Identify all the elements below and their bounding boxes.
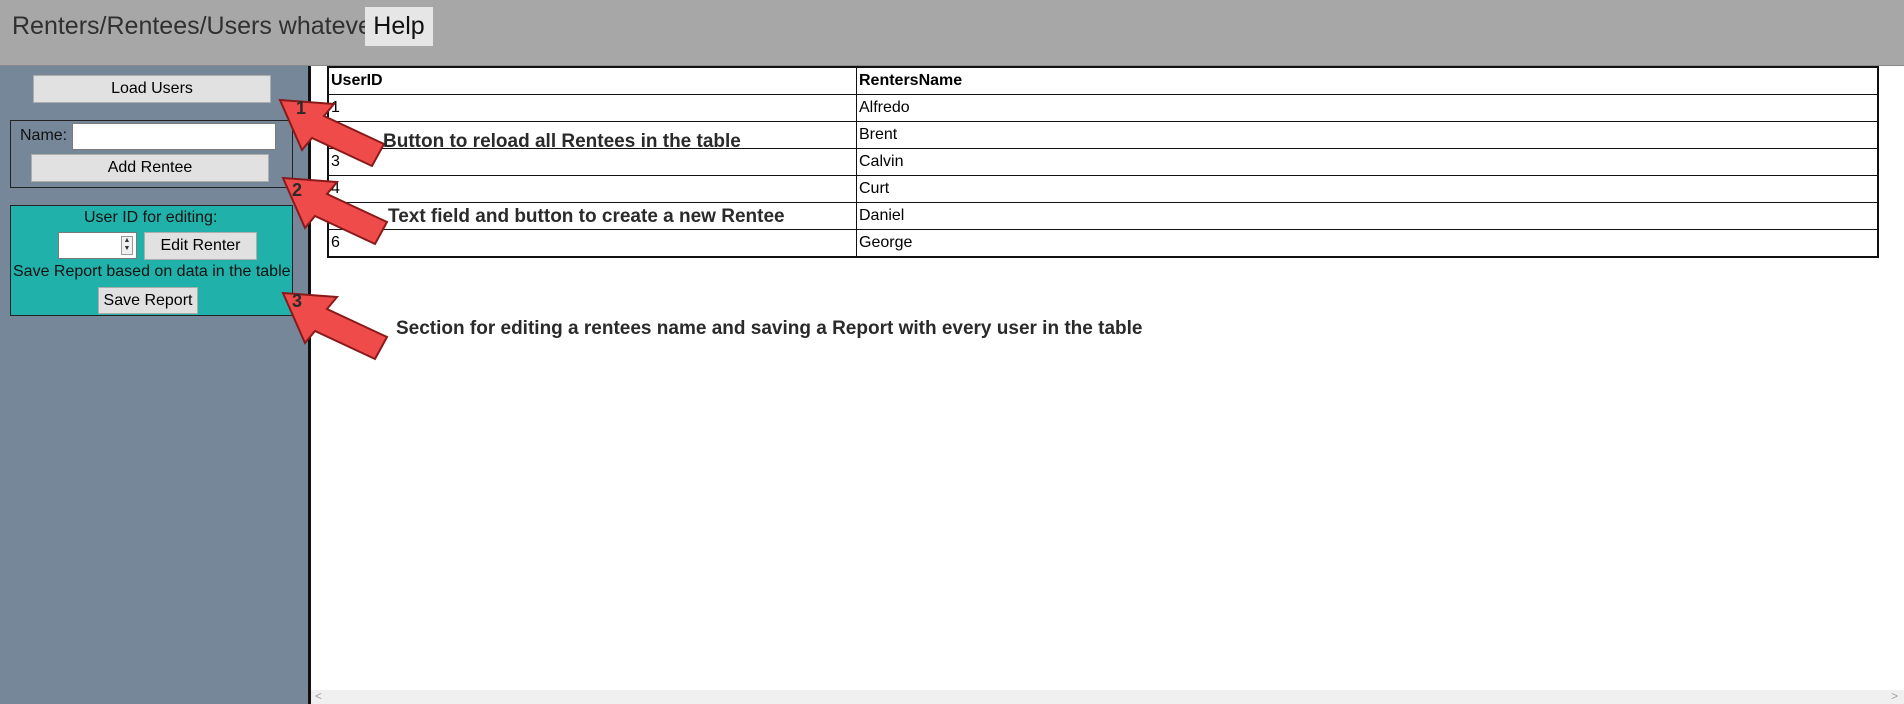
- edit-section: User ID for editing: ▲ ▼ Edit Renter Save…: [10, 205, 293, 316]
- table-header-row: UserID RentersName: [327, 66, 1879, 95]
- load-users-button[interactable]: Load Users: [33, 75, 271, 103]
- annotation-number-2: 2: [292, 180, 303, 200]
- save-report-caption: Save Report based on data in the table: [13, 263, 291, 280]
- cell-userid[interactable]: 1: [327, 94, 857, 122]
- add-rentee-button[interactable]: Add Rentee: [31, 154, 269, 182]
- sidebar: Load Users Name: Add Rentee User ID for …: [0, 66, 311, 704]
- annotation-text-3: Section for editing a rentees name and s…: [396, 318, 1143, 339]
- scroll-right-icon[interactable]: >: [1891, 689, 1898, 703]
- edit-renter-button[interactable]: Edit Renter: [144, 232, 257, 260]
- app-title: Renters/Rentees/Users whatever: [12, 12, 381, 40]
- annotation-arrow-1-icon: [278, 98, 386, 168]
- table-row[interactable]: 6 George: [327, 229, 1879, 258]
- cell-userid[interactable]: 4: [327, 175, 857, 203]
- annotation-text-1: Button to reload all Rentees in the tabl…: [383, 131, 741, 152]
- add-rentee-group: Name: Add Rentee: [10, 120, 293, 188]
- horizontal-scrollbar[interactable]: < >: [311, 689, 1904, 704]
- save-report-button[interactable]: Save Report: [98, 287, 198, 314]
- name-label: Name:: [20, 127, 68, 144]
- annotation-number-3: 3: [292, 291, 303, 311]
- scroll-left-icon[interactable]: <: [315, 689, 322, 703]
- cell-rentersname[interactable]: Calvin: [856, 148, 1879, 176]
- cell-rentersname[interactable]: Daniel: [856, 202, 1879, 230]
- stepper-arrows-icon[interactable]: ▲ ▼: [121, 236, 133, 255]
- column-header-userid[interactable]: UserID: [327, 66, 857, 95]
- main-content: UserID RentersName 1 Alfredo 2 Brent 3 C…: [311, 66, 1904, 704]
- users-table: UserID RentersName 1 Alfredo 2 Brent 3 C…: [327, 66, 1879, 258]
- help-button[interactable]: Help: [365, 7, 433, 46]
- cell-rentersname[interactable]: Brent: [856, 121, 1879, 149]
- cell-userid[interactable]: 6: [327, 229, 857, 258]
- table-row[interactable]: 4 Curt: [327, 175, 1879, 203]
- user-id-stepper[interactable]: ▲ ▼: [58, 232, 137, 259]
- user-id-label: User ID for editing:: [84, 209, 218, 226]
- table-row[interactable]: 1 Alfredo: [327, 94, 1879, 122]
- cell-rentersname[interactable]: Curt: [856, 175, 1879, 203]
- cell-rentersname[interactable]: Alfredo: [856, 94, 1879, 122]
- annotation-text-2: Text field and button to create a new Re…: [388, 206, 785, 227]
- annotation-number-1: 1: [296, 98, 307, 118]
- title-bar: Renters/Rentees/Users whatever Help: [0, 0, 1904, 66]
- cell-rentersname[interactable]: George: [856, 229, 1879, 258]
- column-header-rentersname[interactable]: RentersName: [856, 66, 1879, 95]
- name-input[interactable]: [72, 123, 276, 150]
